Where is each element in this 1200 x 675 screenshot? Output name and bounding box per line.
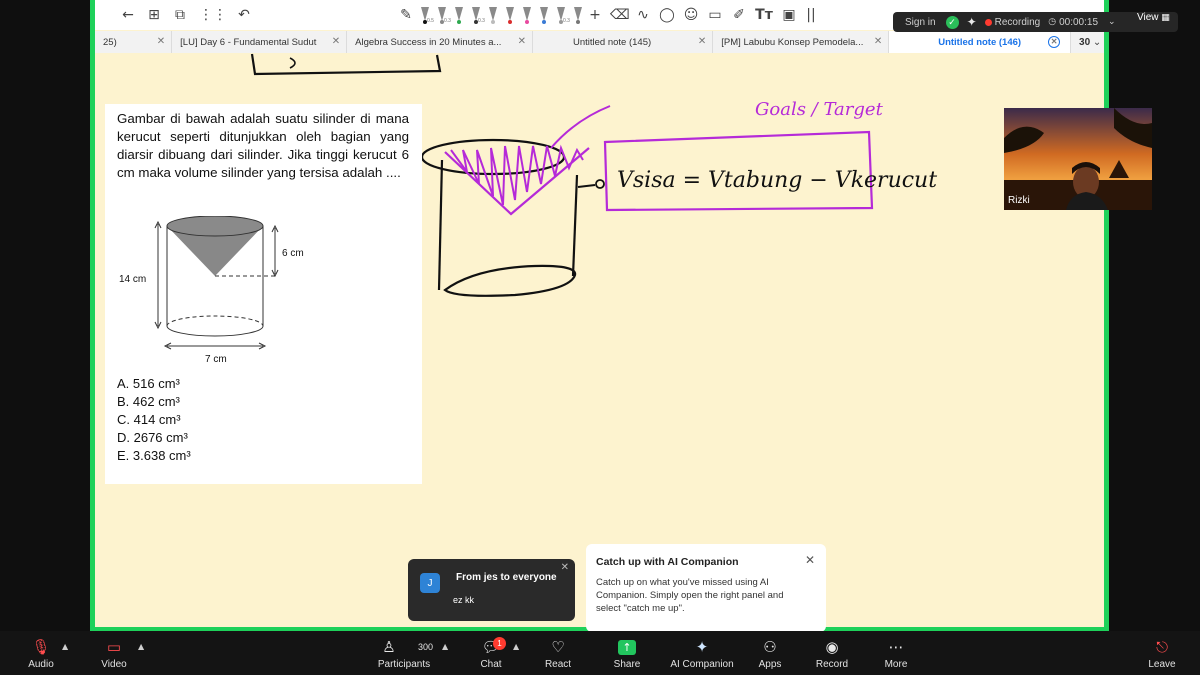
prev-scribble (289, 57, 296, 69)
diameter-label: 7 cm (205, 354, 227, 365)
goal-text: Goals / Target (755, 99, 884, 120)
shield-check-icon[interactable]: ✓ (945, 15, 959, 29)
recording-status[interactable]: Recording (995, 17, 1041, 28)
chat-sender: From jes to everyone (456, 572, 557, 583)
record-button[interactable]: ◉ Record (812, 631, 852, 675)
participants-icon: ♙ (382, 638, 396, 656)
grid-view-icon: ▦ (1161, 13, 1170, 23)
ai-sparkle-icon: ✦ (695, 638, 709, 656)
cylinder-figure: 14 cm 6 cm 7 cm (119, 216, 304, 365)
view-button[interactable]: View ▦ (1137, 12, 1170, 23)
share-label: Share (613, 659, 641, 670)
choice-b: B. 462 cm³ (117, 394, 180, 409)
camera-off-icon: ▭ (106, 638, 122, 656)
choice-a: A. 516 cm³ (117, 376, 180, 391)
apps-label: Apps (758, 659, 782, 670)
meeting-controls: 🎙︎ Audio ▲ ▭ Video ▲ ♙ Participants 300 … (0, 631, 1200, 675)
react-button[interactable]: ♡ React (538, 631, 578, 675)
chat-unread-badge: 1 (493, 637, 506, 650)
ai-companion-label: AI Companion (670, 659, 734, 670)
height-label: 14 cm (119, 274, 146, 285)
cone-stroke-extra (550, 105, 611, 149)
record-dot-icon (984, 18, 992, 26)
share-button[interactable]: ↑ Share (607, 631, 647, 675)
problem-card: Gambar di bawah adalah suatu silinder di… (105, 104, 422, 484)
participants-count: 300 (418, 642, 434, 652)
chevron-up-icon[interactable]: ▲ (62, 642, 68, 651)
chevron-up-icon[interactable]: ▲ (513, 642, 519, 651)
cylinder-right-side (571, 174, 579, 277)
recording-timer: 00:00:15 (1059, 16, 1099, 28)
close-icon[interactable]: ✕ (561, 562, 569, 573)
participants-label: Participants (377, 659, 431, 670)
prev-box-stroke (250, 53, 442, 76)
choice-d: D. 2676 cm³ (117, 430, 188, 445)
sender-avatar: J (420, 573, 440, 593)
zoom-meeting-window: ← ⊞ ⧉ ⋮⋮ ↶ ✎ 0.5 0.3 0.3 0.3 + ⌫ ∿ ◯ ☺ ▭… (0, 0, 1200, 675)
answer-choices: A. 516 cm³ B. 462 cm³ C. 414 cm³ D. 2676… (117, 375, 191, 465)
audio-button[interactable]: 🎙︎ Audio (21, 631, 61, 675)
record-label: Record (815, 659, 849, 670)
formula-text: Vsisa = Vtabung − Vkerucut (617, 168, 937, 193)
cylinder-left-side (437, 159, 444, 291)
ai-companion-button[interactable]: ✦ AI Companion (668, 631, 736, 675)
sign-in-button[interactable]: Sign in (893, 17, 942, 28)
chat-notification[interactable]: J From jes to everyone ez kk ✕ (408, 559, 575, 621)
chat-label: Chat (480, 659, 502, 670)
more-button[interactable]: ⋯ More (876, 631, 916, 675)
leave-label: Leave (1148, 659, 1176, 670)
cylinder-bottom (443, 264, 577, 297)
meeting-top-bar: Sign in ✓ ✦ Recording ◷ 00:00:15 ⌄ (893, 12, 1178, 32)
chevron-down-icon[interactable]: ⌄ (1108, 17, 1116, 27)
participants-button[interactable]: ♙ Participants (374, 631, 434, 675)
leave-door-icon: ⎋ (1156, 638, 1168, 656)
mic-muted-icon: 🎙︎ (31, 638, 51, 656)
choice-e: E. 3.638 cm³ (117, 448, 191, 463)
ai-sparkle-icon[interactable]: ✦ (967, 15, 977, 29)
video-button[interactable]: ▭ Video (94, 631, 134, 675)
shared-screen: ← ⊞ ⧉ ⋮⋮ ↶ ✎ 0.5 0.3 0.3 0.3 + ⌫ ∿ ◯ ☺ ▭… (90, 0, 1109, 631)
choice-c: C. 414 cm³ (117, 412, 181, 427)
chat-message: ez kk (453, 595, 475, 605)
share-arrow-icon: ↑ (618, 640, 636, 655)
apps-icon: ⚇ (763, 638, 777, 656)
ai-tooltip-body: Catch up on what you've missed using AI … (596, 577, 784, 614)
more-label: More (884, 659, 908, 670)
apps-button[interactable]: ⚇ Apps (750, 631, 790, 675)
cone-label: 6 cm (282, 248, 304, 259)
more-icon: ⋯ (888, 638, 904, 656)
chevron-up-icon[interactable]: ▲ (138, 642, 144, 651)
heart-icon: ♡ (551, 638, 565, 656)
clock-icon: ◷ (1048, 17, 1057, 27)
audio-label: Audio (28, 659, 54, 670)
arrow-head (595, 179, 605, 189)
problem-text: Gambar di bawah adalah suatu silinder di… (117, 111, 409, 180)
leave-button[interactable]: ⎋ Leave (1142, 631, 1182, 675)
record-icon: ◉ (825, 638, 839, 656)
close-icon[interactable]: ✕ (805, 553, 815, 567)
react-label: React (544, 659, 572, 670)
view-label: View (1137, 12, 1159, 23)
video-label: Video (101, 659, 127, 670)
ai-companion-tooltip: Catch up with AI Companion Catch up on w… (586, 544, 826, 632)
participant-name: Rizki (1008, 195, 1030, 206)
ai-tooltip-title: Catch up with AI Companion (596, 556, 739, 568)
arrow-stroke (577, 184, 596, 188)
chevron-up-icon[interactable]: ▲ (442, 642, 448, 651)
